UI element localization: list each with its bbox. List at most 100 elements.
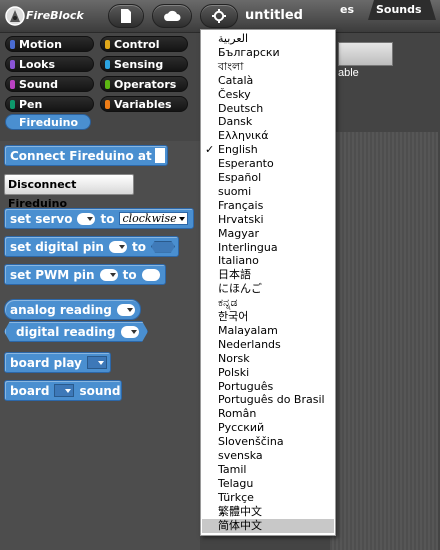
language-menu-item[interactable]: Slovenščina [202, 435, 334, 449]
language-menu-item[interactable]: Hrvatski [202, 213, 334, 227]
block-label: digital reading [16, 324, 116, 339]
language-menu-item[interactable]: Esperanto [202, 157, 334, 171]
disconnect-fireduino-button[interactable]: Disconnect Fireduino [4, 174, 134, 210]
set-pwm-pin-block[interactable]: set PWM pin to [4, 264, 166, 285]
category-label: Sound [19, 78, 59, 91]
set-servo-block[interactable]: set servo to clockwise [4, 208, 194, 229]
language-menu-item[interactable]: Deutsch [202, 102, 334, 116]
category-fireduino[interactable]: Fireduino [5, 114, 91, 130]
language-label: Català [218, 73, 254, 87]
tab-costumes[interactable]: es [340, 0, 354, 20]
language-menu-item[interactable]: Interlingua [202, 241, 334, 255]
language-menu-item[interactable]: Español [202, 171, 334, 185]
pwm-value-input[interactable] [141, 268, 160, 281]
language-label: Português [218, 379, 274, 393]
language-menu-item[interactable]: svenska [202, 449, 334, 463]
cloud-menu-button[interactable] [152, 4, 192, 28]
language-menu-item[interactable]: Русский [202, 421, 334, 435]
language-label: Dansk [218, 115, 253, 129]
language-menu-item[interactable]: 简体中文 [202, 518, 334, 533]
language-menu-item[interactable]: 繁體中文 [202, 505, 334, 519]
board-sound-menu-slot[interactable] [54, 384, 75, 397]
port-input-slot[interactable] [154, 148, 165, 163]
category-variables[interactable]: Variables [100, 96, 188, 112]
language-label: Italiano [218, 254, 259, 268]
language-menu-item[interactable]: Български [202, 46, 334, 60]
category-color-swatch [10, 60, 15, 69]
language-label: Interlingua [218, 240, 278, 254]
set-digital-pin-block[interactable]: set digital pin to [4, 236, 179, 257]
language-menu-item[interactable]: Ελληνικά [202, 129, 334, 143]
language-menu-item[interactable]: Dansk [202, 115, 334, 129]
language-menu-item[interactable]: Italiano [202, 254, 334, 268]
language-label: বাংলা [218, 59, 244, 73]
language-menu-item[interactable]: ✓ English [202, 143, 334, 157]
category-pen[interactable]: Pen [5, 96, 94, 112]
block-label: board [10, 383, 50, 398]
block-label: set PWM pin [10, 267, 95, 282]
language-menu-item[interactable]: Polski [202, 366, 334, 380]
category-control[interactable]: Control [100, 36, 188, 52]
connect-fireduino-block[interactable]: Connect Fireduino at [4, 145, 168, 166]
language-menu-item[interactable]: Tamil [202, 463, 334, 477]
language-label: Român [218, 407, 257, 421]
block-label: analog reading [10, 302, 112, 317]
language-menu-item[interactable]: suomi [202, 185, 334, 199]
language-label: ಕನ್ನಡ [218, 296, 238, 310]
category-looks[interactable]: Looks [5, 56, 94, 72]
dropdown-value: clockwise [122, 212, 177, 225]
category-label: Variables [114, 98, 172, 111]
language-menu-item[interactable]: Português [202, 380, 334, 394]
language-menu-item[interactable]: 한국어 [202, 310, 334, 324]
chevron-down-icon [178, 216, 185, 221]
board-play-block[interactable]: board play [4, 352, 111, 373]
servo-number-dropdown[interactable] [77, 212, 96, 225]
language-menu-item[interactable]: Català [202, 74, 334, 88]
language-menu-item[interactable]: Česky [202, 88, 334, 102]
language-menu-item[interactable]: にほんご [202, 282, 334, 296]
pin-number-dropdown[interactable] [108, 240, 127, 253]
sprite-name-field[interactable] [338, 42, 393, 66]
language-menu-item[interactable]: العربية [202, 32, 334, 46]
language-menu-item[interactable]: ಕನ್ನಡ [202, 296, 334, 310]
language-menu-item[interactable]: Malayalam [202, 324, 334, 338]
digital-reading-block[interactable]: digital reading [4, 321, 148, 342]
analog-reading-block[interactable]: analog reading [4, 299, 141, 320]
file-menu-button[interactable] [108, 4, 144, 28]
pwm-pin-dropdown[interactable] [99, 268, 118, 281]
servo-direction-dropdown[interactable]: clockwise [119, 212, 188, 225]
language-menu-item[interactable]: Norsk [202, 352, 334, 366]
app-name: FireBlock [26, 9, 84, 22]
block-palette: Connect Fireduino at Disconnect Fireduin… [0, 141, 200, 550]
language-menu-item[interactable]: Português do Brasil [202, 393, 334, 407]
language-menu-item[interactable]: 日本語 [202, 268, 334, 282]
category-color-swatch [10, 100, 15, 109]
board-sound-block[interactable]: board sound [4, 380, 122, 401]
category-sound[interactable]: Sound [5, 76, 94, 92]
settings-menu-button[interactable] [200, 4, 238, 28]
category-operators[interactable]: Operators [100, 76, 188, 92]
digital-pin-dropdown[interactable] [121, 326, 139, 338]
language-menu-item[interactable]: Român [202, 407, 334, 421]
language-menu-item[interactable]: Nederlands [202, 338, 334, 352]
language-menu-item[interactable]: বাংলা [202, 60, 334, 74]
language-menu-item[interactable]: Türkçe [202, 491, 334, 505]
block-label: set digital pin [10, 239, 104, 254]
analog-pin-dropdown[interactable] [116, 303, 135, 316]
language-menu-item[interactable]: Français [202, 199, 334, 213]
category-motion[interactable]: Motion [5, 36, 94, 52]
category-label: Control [114, 38, 160, 51]
scripts-area[interactable] [330, 132, 438, 550]
language-label: Malayalam [218, 323, 278, 337]
language-label: Français [218, 198, 264, 212]
language-label: 日本語 [218, 268, 251, 282]
boolean-input-slot[interactable] [150, 240, 175, 253]
language-label: Norsk [218, 351, 250, 365]
sound-menu-slot[interactable] [86, 356, 107, 369]
language-menu-item[interactable]: Magyar [202, 227, 334, 241]
category-color-swatch [10, 80, 15, 89]
language-menu-item[interactable]: Telagu [202, 477, 334, 491]
tab-sounds[interactable]: Sounds [368, 0, 436, 20]
language-label: svenska [218, 449, 263, 462]
category-sensing[interactable]: Sensing [100, 56, 188, 72]
